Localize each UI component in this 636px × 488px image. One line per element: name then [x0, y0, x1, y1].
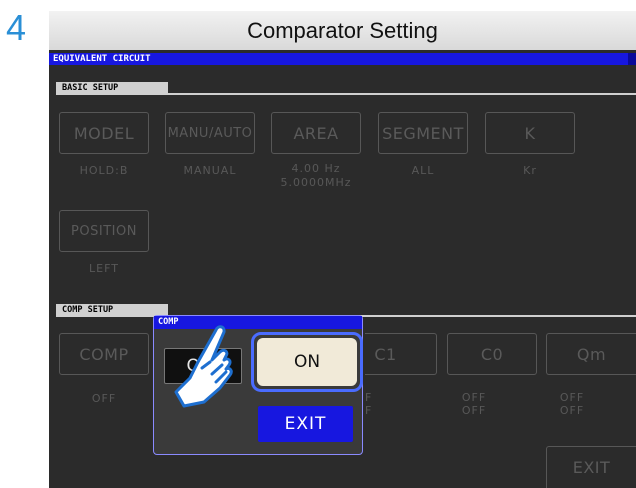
c0-value: OFF: [461, 391, 487, 404]
area-button[interactable]: AREA: [271, 112, 361, 154]
step-number: 4: [6, 7, 27, 48]
exit-button[interactable]: EXIT: [546, 446, 636, 488]
instrument-screen: EQUIVALENT CIRCUIT BASIC SETUP MODEL HOL…: [49, 50, 636, 488]
k-value: Kr: [523, 164, 537, 177]
qm-value: OFF: [559, 391, 585, 404]
qm-button[interactable]: Qm: [546, 333, 636, 375]
k-button[interactable]: K: [485, 112, 575, 154]
page-title: Comparator Setting: [49, 11, 636, 50]
c1-value-partial: F: [365, 391, 373, 404]
model-button[interactable]: MODEL: [59, 112, 149, 154]
comp-value: OFF: [91, 392, 117, 405]
c0-button[interactable]: C0: [447, 333, 537, 375]
c1-label: C1: [374, 344, 397, 364]
segment-value: ALL: [411, 164, 435, 177]
pointing-hand-icon: [174, 325, 233, 408]
manu-auto-button[interactable]: MANU/AUTO: [165, 112, 255, 154]
segment-button[interactable]: SEGMENT: [378, 112, 468, 154]
basic-setup-label: BASIC SETUP: [56, 82, 168, 95]
basic-setup-divider: [168, 93, 636, 95]
dialog-exit-button[interactable]: EXIT: [258, 406, 353, 442]
manu-auto-value: MANUAL: [183, 164, 237, 177]
comp-button[interactable]: COMP: [59, 333, 149, 375]
mode-label: EQUIVALENT CIRCUIT: [53, 54, 151, 64]
position-button[interactable]: POSITION: [59, 210, 149, 252]
c1-value2-partial: F: [365, 404, 373, 417]
mode-bar: EQUIVALENT CIRCUIT: [49, 53, 636, 65]
c0-value2: OFF: [461, 404, 487, 417]
mode-bar-scroll-icon: [628, 53, 636, 65]
on-button-label: ON: [257, 338, 357, 386]
area-value-end: 5.0000MHz: [280, 176, 352, 189]
position-value: LEFT: [89, 262, 119, 275]
qm-value2: OFF: [559, 404, 585, 417]
model-value: HOLD:B: [79, 164, 129, 177]
c1-button[interactable]: C1: [365, 333, 437, 375]
comp-setup-label: COMP SETUP: [56, 304, 168, 317]
area-value-start: 4.00 Hz: [291, 162, 341, 175]
on-button[interactable]: ON: [251, 332, 363, 392]
